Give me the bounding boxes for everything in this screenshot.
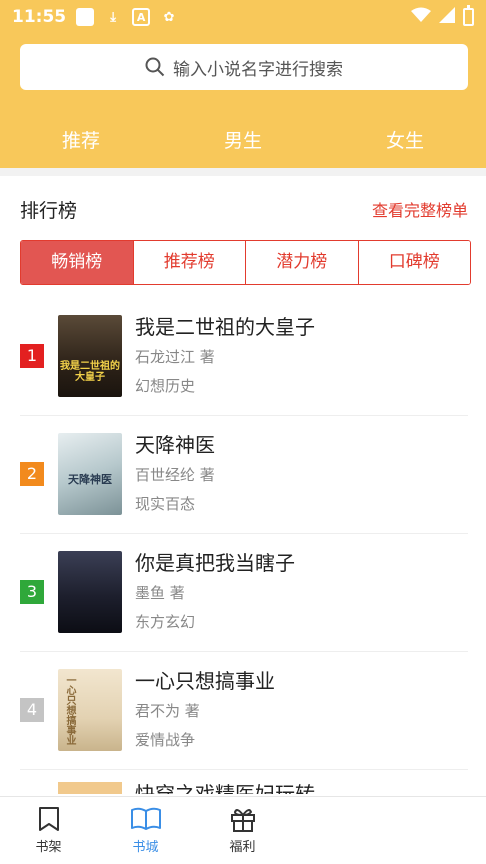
notification-icon: [76, 8, 95, 26]
view-full-ranking-link[interactable]: 查看完整榜单: [372, 197, 468, 221]
book-genre: 现实百态: [135, 495, 196, 513]
open-book-icon: [130, 807, 161, 830]
book-list: 1 我是二世祖的大皇子 我是二世祖的大皇子 石龙过江 著 幻想历史 2 天降神医…: [20, 298, 468, 770]
app-notify-icon: ✿: [163, 9, 175, 25]
status-bar: 11:55 ⤓ A ✿: [0, 0, 486, 34]
rank-badge: 3: [20, 580, 44, 604]
section-divider: [0, 168, 486, 176]
book-title: 天降神医: [135, 433, 215, 457]
ranking-header: 排行榜 查看完整榜单: [20, 194, 468, 224]
book-title: 快穿之戏精医妃玩转: [135, 782, 315, 794]
book-author: 百世经纶 著: [135, 466, 215, 484]
book-author: 君不为 著: [135, 702, 200, 720]
tab-recommended[interactable]: 推荐榜: [132, 241, 245, 284]
tab-bestseller[interactable]: 畅销榜: [21, 241, 133, 284]
tab-reputation[interactable]: 口碑榜: [357, 241, 470, 284]
signal-icon: [439, 6, 455, 28]
ranking-tabs: 畅销榜 推荐榜 潜力榜 口碑榜: [20, 240, 471, 285]
book-cover: [58, 782, 122, 794]
ranking-title: 排行榜: [20, 199, 78, 222]
book-cover: [58, 551, 122, 633]
book-item[interactable]: 3 你是真把我当瞎子 墨鱼 著 东方玄幻: [20, 534, 468, 652]
app-a-icon: A: [132, 8, 151, 26]
nav-bookshelf[interactable]: 书架: [0, 797, 97, 864]
book-cover: 天降神医: [58, 433, 122, 515]
book-title: 我是二世祖的大皇子: [135, 315, 315, 339]
category-tab-female[interactable]: 女生: [324, 118, 486, 164]
cover-title: 一心只想搞事业: [64, 675, 75, 745]
status-time: 11:55: [12, 7, 67, 27]
nav-label: 书城: [132, 840, 159, 855]
nav-label: 书架: [35, 840, 62, 855]
search-placeholder: 输入小说名字进行搜索: [173, 59, 343, 80]
search-icon: [145, 57, 165, 77]
category-tabs: 推荐 男生 女生: [0, 118, 486, 164]
top-header: 11:55 ⤓ A ✿ 输入小说名字进行搜索 推荐 男生 女生: [0, 0, 486, 168]
book-cover: 一心只想搞事业: [58, 669, 122, 751]
nav-bookstore[interactable]: 书城: [97, 797, 194, 864]
bookmark-icon: [38, 807, 59, 831]
book-author: 墨鱼 著: [135, 584, 185, 602]
download-icon: ⤓: [110, 9, 116, 25]
book-genre: 爱情战争: [135, 731, 196, 749]
nav-welfare[interactable]: 福利: [194, 797, 291, 864]
category-tab-male[interactable]: 男生: [162, 118, 324, 164]
cover-title: 天降神医: [68, 473, 112, 486]
book-item[interactable]: 1 我是二世祖的大皇子 我是二世祖的大皇子 石龙过江 著 幻想历史: [20, 298, 468, 416]
book-cover: 我是二世祖的大皇子: [58, 315, 122, 397]
book-genre: 东方玄幻: [135, 613, 196, 631]
search-input[interactable]: 输入小说名字进行搜索: [20, 44, 468, 90]
book-item-partial[interactable]: 快穿之戏精医妃玩转: [20, 772, 320, 794]
book-author: 石龙过江 著: [135, 348, 215, 366]
bottom-nav: 书架 书城 福利: [0, 796, 486, 864]
category-tab-recommend[interactable]: 推荐: [0, 118, 162, 164]
tab-potential[interactable]: 潜力榜: [245, 241, 358, 284]
rank-badge: 1: [20, 344, 44, 368]
battery-icon: [463, 5, 474, 26]
rank-badge: 4: [20, 698, 44, 722]
gift-icon: [230, 809, 255, 832]
book-title: 你是真把我当瞎子: [135, 551, 295, 575]
cover-title: 我是二世祖的大皇子: [60, 361, 120, 383]
wifi-icon: [411, 7, 431, 28]
book-genre: 幻想历史: [135, 377, 196, 395]
book-item[interactable]: 2 天降神医 天降神医 百世经纶 著 现实百态: [20, 416, 468, 534]
nav-label: 福利: [229, 840, 256, 855]
rank-badge: 2: [20, 462, 44, 486]
book-title: 一心只想搞事业: [135, 669, 275, 693]
book-item[interactable]: 4 一心只想搞事业 一心只想搞事业 君不为 著 爱情战争: [20, 652, 468, 770]
